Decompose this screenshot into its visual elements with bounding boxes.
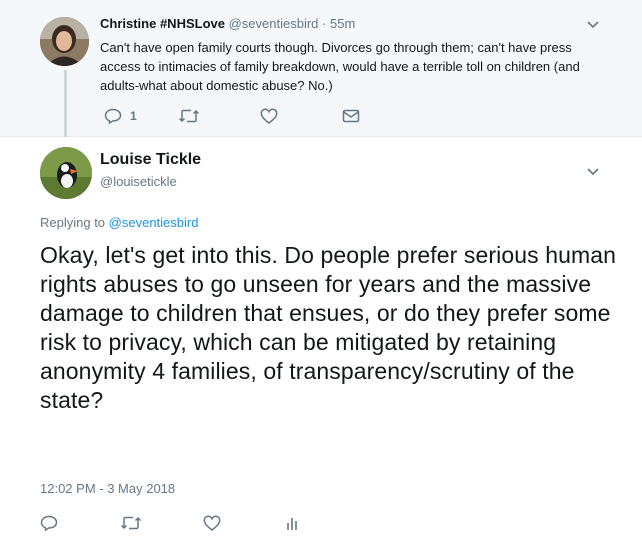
chevron-down-icon[interactable] bbox=[586, 20, 600, 30]
parent-tweet[interactable]: Christine #NHSLove @seventiesbird · 55m … bbox=[0, 0, 642, 137]
parent-tweet-header: Christine #NHSLove @seventiesbird · 55m bbox=[100, 16, 355, 32]
analytics-button[interactable] bbox=[286, 513, 300, 533]
parent-dm-button[interactable] bbox=[342, 106, 360, 126]
heart-icon bbox=[203, 515, 221, 531]
like-button[interactable] bbox=[203, 513, 221, 533]
christine-avatar[interactable] bbox=[40, 17, 89, 66]
reply-button[interactable] bbox=[40, 513, 58, 533]
parent-reply-button[interactable]: 1 bbox=[104, 106, 137, 126]
retweet-icon bbox=[178, 109, 200, 123]
replying-to-line: Replying to @seventiesbird bbox=[40, 215, 198, 230]
heart-icon bbox=[260, 108, 278, 124]
parent-tweet-actions: 1 bbox=[104, 106, 404, 126]
parent-author-handle[interactable]: @seventiesbird bbox=[229, 16, 319, 31]
main-tweet: Louise Tickle @louisetickle Replying to … bbox=[0, 137, 642, 556]
reply-icon bbox=[40, 515, 58, 531]
author-handle[interactable]: @louisetickle bbox=[100, 174, 177, 189]
parent-like-button[interactable] bbox=[260, 106, 278, 126]
chevron-down-icon[interactable] bbox=[586, 167, 600, 177]
parent-reply-count: 1 bbox=[130, 109, 137, 123]
parent-tweet-text: Can't have open family courts though. Di… bbox=[100, 40, 580, 93]
tweet-timestamp[interactable]: 12:02 PM - 3 May 2018 bbox=[40, 481, 175, 496]
thread-connector-line bbox=[64, 70, 67, 140]
reply-icon bbox=[104, 108, 122, 124]
parent-retweet-button[interactable] bbox=[178, 106, 200, 126]
tweet-text: Okay, let's get into this. Do people pre… bbox=[40, 242, 617, 413]
retweet-icon bbox=[120, 516, 142, 530]
replying-to-link[interactable]: @seventiesbird bbox=[109, 215, 199, 230]
louise-avatar[interactable] bbox=[40, 147, 92, 199]
parent-tweet-time[interactable]: 55m bbox=[330, 16, 355, 31]
retweet-button[interactable] bbox=[120, 513, 142, 533]
separator-dot: · bbox=[322, 16, 327, 31]
envelope-icon bbox=[342, 109, 360, 123]
replying-to-prefix: Replying to bbox=[40, 215, 106, 230]
analytics-icon bbox=[287, 518, 297, 530]
parent-author-name[interactable]: Christine #NHSLove bbox=[100, 16, 225, 31]
author-name[interactable]: Louise Tickle bbox=[100, 151, 201, 169]
tweet-actions bbox=[40, 513, 440, 533]
